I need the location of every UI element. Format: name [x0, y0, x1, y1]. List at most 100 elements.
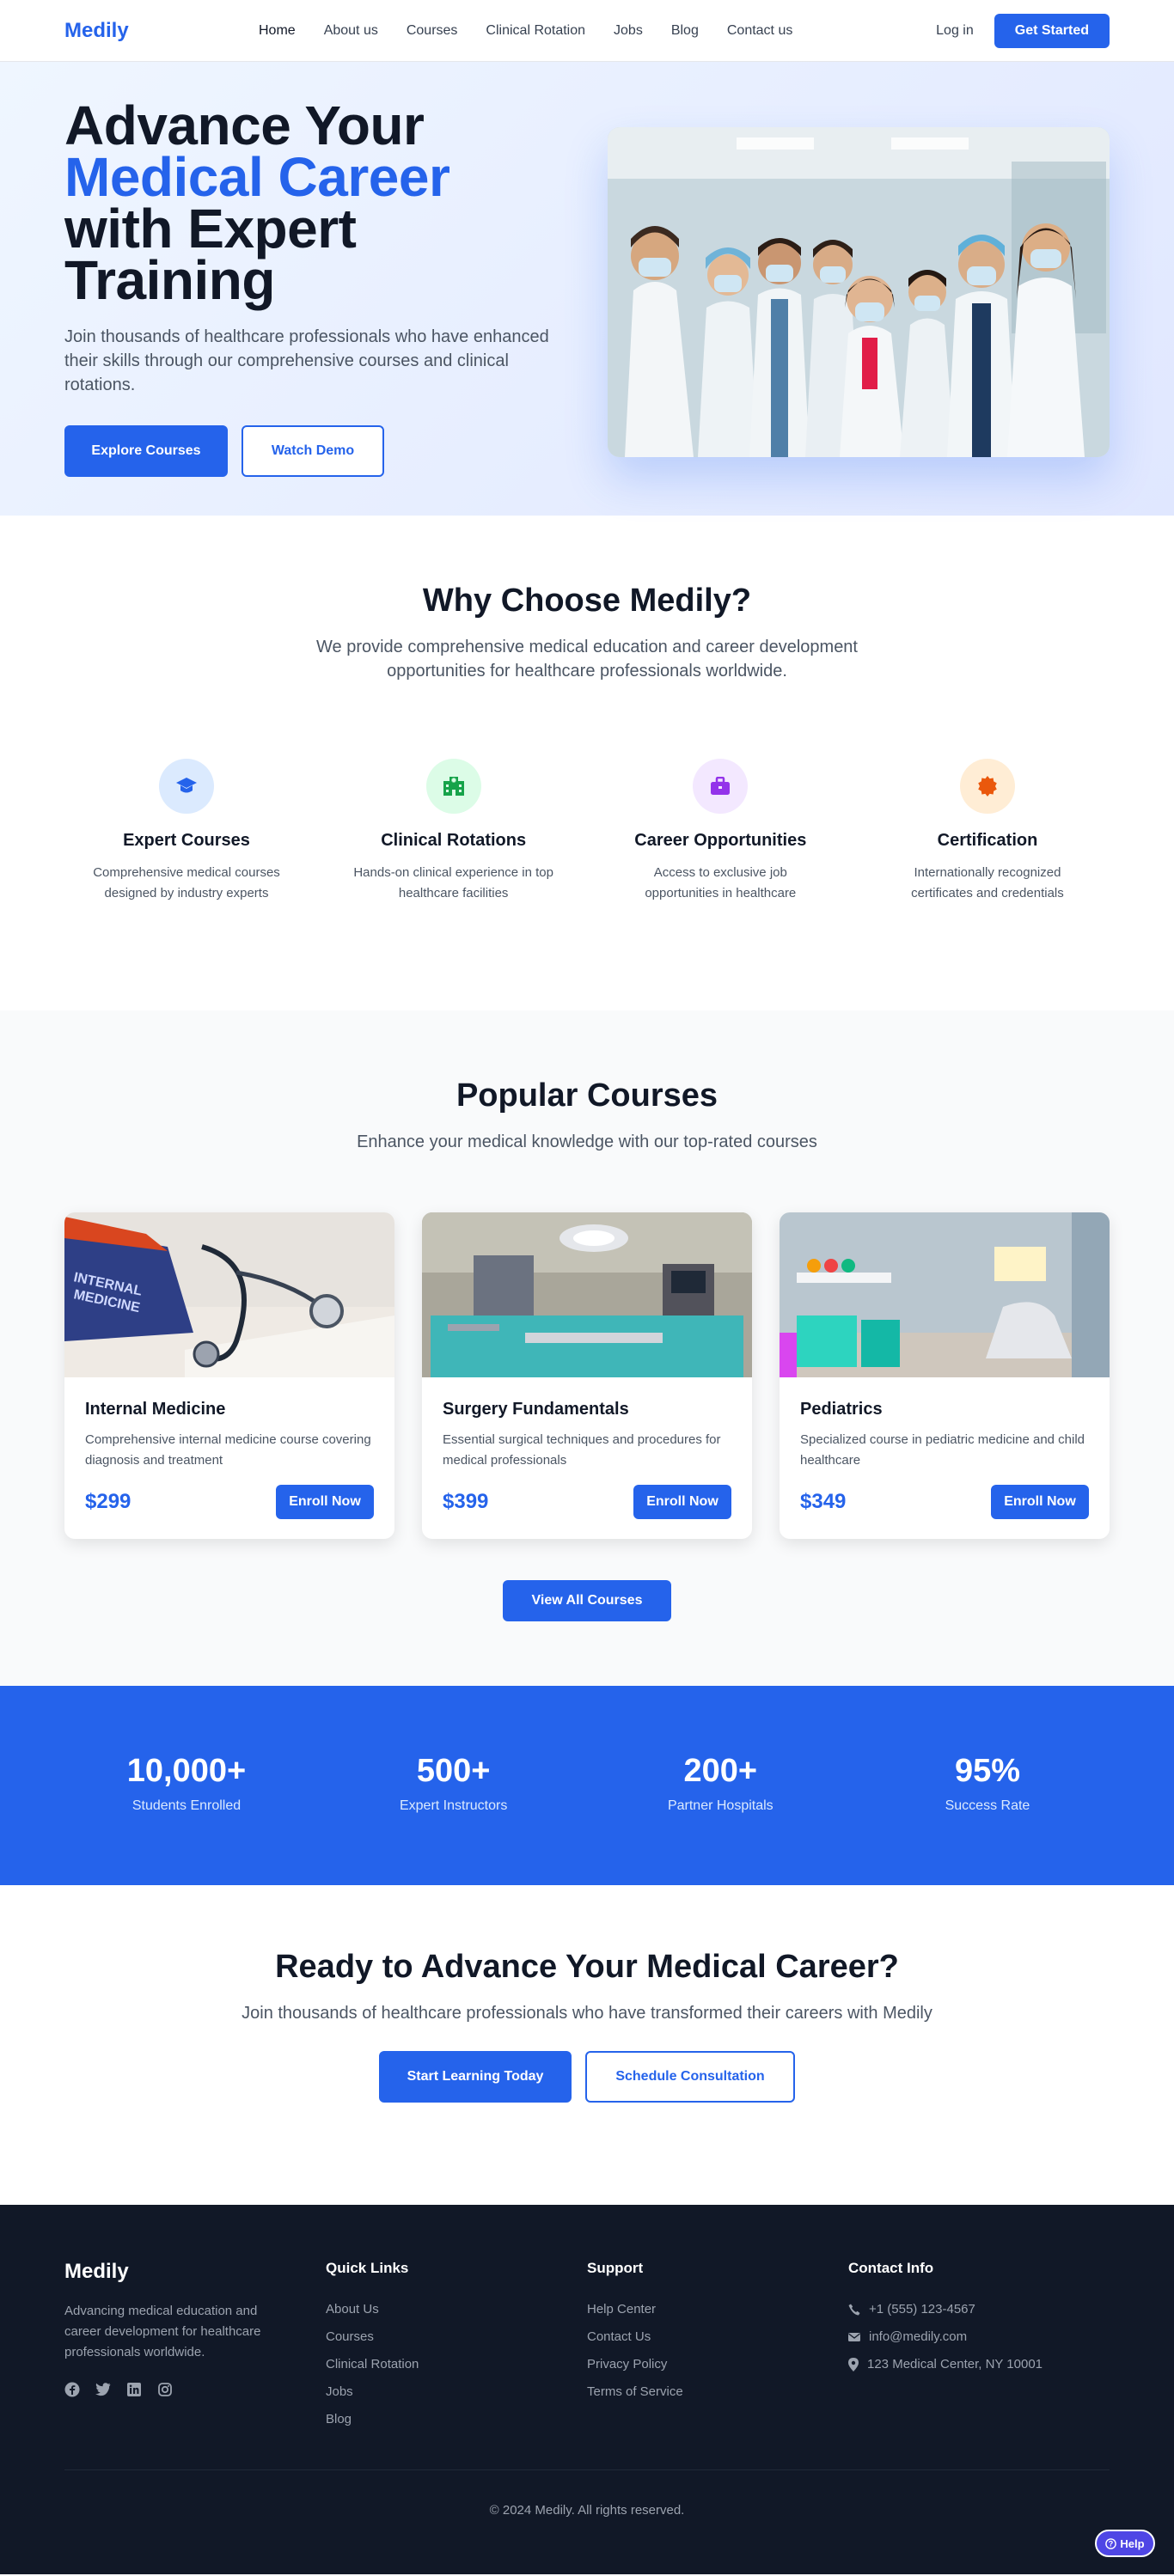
hero-team-photo [608, 127, 1110, 457]
contact-address-text: 123 Medical Center, NY 10001 [867, 2357, 1043, 2372]
nav-link-courses[interactable]: Courses [407, 23, 458, 39]
footer-link-courses[interactable]: Courses [326, 2323, 587, 2351]
footer-link-privacy[interactable]: Privacy Policy [587, 2351, 848, 2378]
contact-phone: +1 (555) 123-4567 [848, 2296, 1110, 2323]
course-title: Surgery Fundamentals [443, 1400, 629, 1419]
get-started-button[interactable]: Get Started [994, 14, 1110, 48]
course-price: $299 [85, 1490, 131, 1513]
hero-subtitle: Join thousands of healthcare professiona… [64, 327, 549, 394]
feature-title: Certification [937, 831, 1038, 850]
contact-heading: Contact Info [848, 2260, 934, 2276]
linkedin-icon[interactable] [126, 2382, 142, 2397]
course-body: Pediatrics Specialized course in pediatr… [780, 1377, 1110, 1519]
nav-link-home[interactable]: Home [259, 23, 296, 39]
stat-label: Partner Hospitals [667, 1798, 773, 1813]
main-nav: Home About us Courses Clinical Rotation … [259, 0, 821, 62]
course-image-pediatrics [780, 1212, 1110, 1377]
feature-description: Access to exclusive job opportunities in… [645, 865, 797, 900]
nav-link-contact[interactable]: Contact us [727, 23, 792, 39]
site-footer: Medily Advancing medical education and c… [0, 2205, 1174, 2574]
course-footer: $349 Enroll Now [800, 1485, 1089, 1519]
footer-link-terms[interactable]: Terms of Service [587, 2378, 848, 2406]
contact-address: 123 Medical Center, NY 10001 [848, 2351, 1110, 2378]
footer-link-about[interactable]: About Us [326, 2296, 587, 2323]
courses-subtitle: Enhance your medical knowledge with our … [357, 1132, 817, 1151]
course-price: $399 [443, 1490, 489, 1513]
why-subtitle: We provide comprehensive medical educati… [316, 638, 858, 681]
stat-label: Students Enrolled [131, 1798, 242, 1813]
stat-label: Expert Instructors [399, 1798, 508, 1813]
stat-item: 500+ Expert Instructors [332, 1753, 576, 1814]
instagram-icon[interactable] [157, 2382, 173, 2397]
course-title: Pediatrics [800, 1400, 883, 1419]
explore-courses-button[interactable]: Explore Courses [64, 425, 228, 477]
course-footer: $299 Enroll Now [85, 1485, 374, 1519]
hero-title: Advance Your Medical Career with Expert … [64, 98, 563, 308]
course-card[interactable]: Surgery Fundamentals Essential surgical … [422, 1212, 752, 1539]
course-image-internal-medicine: INTERNAL MEDICINE [64, 1212, 394, 1377]
feature-card: Clinical Rotations Hands-on clinical exp… [332, 759, 576, 904]
cta-section: Ready to Advance Your Medical Career? Jo… [0, 1885, 1174, 2205]
nav-link-blog[interactable]: Blog [671, 23, 699, 39]
map-pin-icon [848, 2358, 859, 2372]
course-card[interactable]: INTERNAL MEDICINE Internal Medicine Comp… [64, 1212, 394, 1539]
feature-description: Hands-on clinical experience in top heal… [353, 865, 553, 900]
site-logo[interactable]: Medily [64, 19, 129, 43]
enroll-now-button[interactable]: Enroll Now [633, 1485, 731, 1519]
stat-value: 95% [954, 1753, 1020, 1789]
feature-card: Expert Courses Comprehensive medical cou… [64, 759, 309, 904]
why-title: Why Choose Medily? [422, 583, 752, 619]
contact-phone-text[interactable]: +1 (555) 123-4567 [869, 2296, 975, 2323]
hero-section: Advance Your Medical Career with Expert … [0, 62, 1174, 516]
enroll-now-button[interactable]: Enroll Now [991, 1485, 1089, 1519]
footer-quick-links-column: Quick Links About Us Courses Clinical Ro… [326, 2260, 587, 2433]
start-learning-button[interactable]: Start Learning Today [379, 2051, 572, 2103]
envelope-icon [848, 2333, 860, 2341]
contact-email-text[interactable]: info@medily.com [869, 2323, 967, 2351]
nav-link-clinical-rotation[interactable]: Clinical Rotation [486, 23, 585, 39]
login-link[interactable]: Log in [936, 23, 974, 39]
footer-link-help-center[interactable]: Help Center [587, 2296, 848, 2323]
footer-link-jobs[interactable]: Jobs [326, 2378, 587, 2406]
stat-item: 200+ Partner Hospitals [598, 1753, 842, 1814]
footer-about: Advancing medical education and career d… [64, 2304, 261, 2359]
stat-item: 10,000+ Students Enrolled [64, 1753, 309, 1814]
feature-title: Expert Courses [123, 831, 250, 850]
view-all-courses-button[interactable]: View All Courses [503, 1580, 671, 1621]
feature-title: Career Opportunities [634, 831, 807, 850]
course-description: Specialized course in pediatric medicine… [800, 1432, 1085, 1468]
footer-support-column: Support Help Center Contact Us Privacy P… [587, 2260, 848, 2433]
facebook-icon[interactable] [64, 2382, 80, 2397]
course-footer: $399 Enroll Now [443, 1485, 731, 1519]
course-description: Essential surgical techniques and proced… [443, 1432, 721, 1468]
watch-demo-button[interactable]: Watch Demo [242, 425, 384, 477]
footer-link-contact[interactable]: Contact Us [587, 2323, 848, 2351]
footer-link-blog[interactable]: Blog [326, 2406, 587, 2433]
copyright-text: © 2024 Medily. All rights reserved. [489, 2503, 685, 2518]
support-heading: Support [587, 2260, 644, 2276]
feature-card: Certification Internationally recognized… [865, 759, 1110, 904]
help-button-label: Help [1120, 2536, 1145, 2550]
view-all-wrapper: View All Courses [64, 1580, 1110, 1621]
svg-text:?: ? [1109, 2539, 1114, 2548]
course-card[interactable]: Pediatrics Specialized course in pediatr… [780, 1212, 1110, 1539]
graduation-cap-icon [159, 759, 214, 814]
twitter-icon[interactable] [95, 2382, 111, 2397]
footer-divider [64, 2469, 1110, 2470]
nav-link-about[interactable]: About us [324, 23, 378, 39]
popular-courses-section: Popular Courses Enhance your medical kno… [0, 1010, 1174, 1686]
enroll-now-button[interactable]: Enroll Now [276, 1485, 374, 1519]
stat-item: 95% Success Rate [865, 1753, 1110, 1814]
phone-icon [848, 2304, 860, 2316]
course-grid: INTERNAL MEDICINE Internal Medicine Comp… [64, 1212, 1110, 1539]
feature-description: Internationally recognized certificates … [911, 865, 1064, 900]
nav-link-jobs[interactable]: Jobs [614, 23, 643, 39]
help-button[interactable]: ? Help [1095, 2530, 1155, 2557]
footer-columns: Medily Advancing medical education and c… [64, 2260, 1110, 2433]
footer-logo[interactable]: Medily [64, 2260, 326, 2284]
nav-actions: Log in Get Started [936, 14, 1110, 48]
schedule-consultation-button[interactable]: Schedule Consultation [585, 2051, 795, 2103]
hospital-icon [425, 759, 481, 814]
footer-link-clinical-rotation[interactable]: Clinical Rotation [326, 2351, 587, 2378]
top-navbar: Medily Home About us Courses Clinical Ro… [0, 0, 1174, 62]
